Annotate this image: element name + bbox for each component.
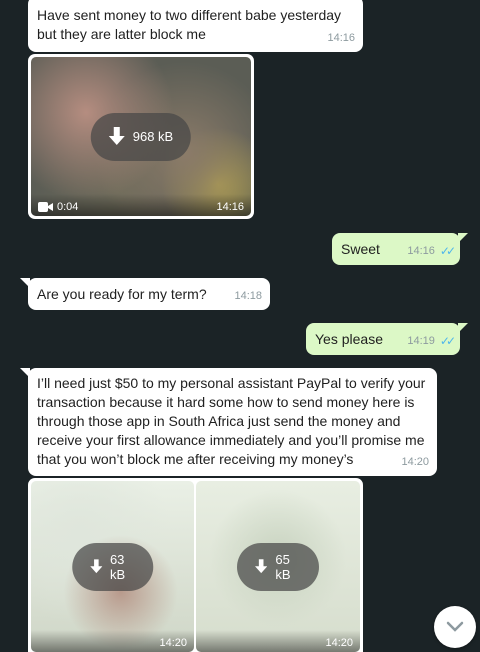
incoming-message[interactable]: Are you ready for my term? 14:18 xyxy=(20,278,270,310)
message-time: 14:20 xyxy=(401,456,429,468)
bubble-tail xyxy=(20,278,30,288)
outgoing-message[interactable]: Sweet 14:16 ✓✓ xyxy=(332,233,468,265)
download-button[interactable]: 65 kB xyxy=(237,542,319,591)
message-time: 14:16 xyxy=(216,201,244,213)
image-message[interactable]: 63 kB 14:20 xyxy=(28,478,195,652)
video-duration: 0:04 xyxy=(57,201,79,213)
file-size: 63 kB xyxy=(109,551,126,582)
download-arrow-icon xyxy=(255,558,268,573)
download-button[interactable]: 968 kB xyxy=(90,112,192,161)
message-text: I’ll need just $50 to my personal assist… xyxy=(37,375,426,467)
double-check-icon: ✓✓ xyxy=(439,244,456,258)
video-thumbnail: 968 kB 0:04 14:16 xyxy=(31,57,251,216)
download-arrow-icon xyxy=(108,126,125,145)
video-camera-icon xyxy=(38,202,53,212)
file-size: 968 kB xyxy=(132,129,174,144)
download-button[interactable]: 63 kB xyxy=(71,542,154,591)
incoming-message[interactable]: I’ll need just $50 to my personal assist… xyxy=(20,368,437,476)
bubble-tail xyxy=(20,368,30,378)
chevron-down-icon xyxy=(446,621,464,632)
media-footer: 0:04 14:16 xyxy=(31,194,251,216)
message-time: 14:20 xyxy=(159,637,187,649)
download-arrow-icon xyxy=(89,558,102,573)
message-status: 14:19 ✓✓ xyxy=(407,332,456,351)
file-size: 65 kB xyxy=(275,551,291,582)
message-time: 14:16 xyxy=(407,245,435,257)
message-status: 14:16 ✓✓ xyxy=(407,242,456,261)
message-time: 14:19 xyxy=(407,335,435,347)
media-footer: 14:20 xyxy=(31,630,194,652)
video-message[interactable]: 968 kB 0:04 14:16 xyxy=(28,54,254,219)
message-text: Have sent money to two different babe ye… xyxy=(37,7,342,42)
message-text: Are you ready for my term? xyxy=(37,286,207,302)
double-check-icon: ✓✓ xyxy=(439,334,456,348)
outgoing-message[interactable]: Yes please 14:19 ✓✓ xyxy=(306,323,468,355)
image-message[interactable]: 65 kB 14:20 xyxy=(195,478,363,652)
incoming-message[interactable]: Have sent money to two different babe ye… xyxy=(28,0,363,52)
media-footer: 14:20 xyxy=(196,630,360,652)
bubble-tail xyxy=(458,233,468,243)
message-time: 14:18 xyxy=(234,290,262,302)
bubble-tail xyxy=(458,323,468,333)
image-thumbnail: 63 kB 14:20 xyxy=(31,481,194,652)
scroll-to-bottom-button[interactable] xyxy=(434,606,476,648)
message-time: 14:16 xyxy=(327,32,355,44)
message-time: 14:20 xyxy=(325,637,353,649)
image-thumbnail: 65 kB 14:20 xyxy=(196,481,360,652)
